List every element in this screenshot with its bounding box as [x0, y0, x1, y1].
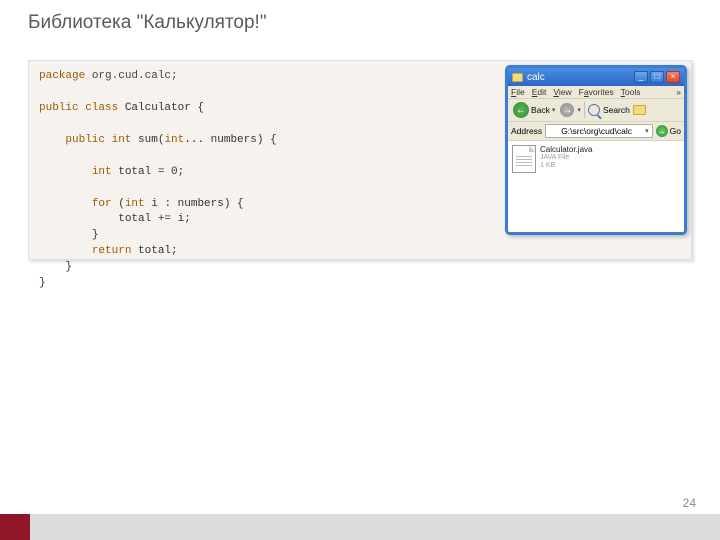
go-label: Go: [670, 126, 681, 136]
file-size: 1 KB: [540, 162, 592, 170]
brace-close: }: [39, 277, 46, 289]
brace-close: }: [92, 229, 99, 241]
folders-button[interactable]: [633, 105, 646, 115]
menu-favorites[interactable]: Favorites: [579, 87, 614, 97]
window-title: calc: [527, 72, 634, 83]
menu-tools[interactable]: Tools: [621, 87, 641, 97]
address-input[interactable]: G:\src\org\cud\calc ▾: [545, 124, 652, 138]
brace-close: }: [65, 261, 72, 273]
file-type: JAVA File: [540, 154, 592, 162]
for-open: (: [112, 198, 125, 210]
file-icon[interactable]: [512, 145, 536, 173]
window-titlebar[interactable]: calc _ □ ×: [508, 68, 684, 86]
method-sig-tail: ... numbers) {: [184, 134, 276, 146]
explorer-window: calc _ □ × File Edit View Favorites Tool…: [505, 65, 687, 235]
search-icon[interactable]: [588, 104, 600, 116]
menu-file[interactable]: File: [511, 87, 525, 97]
menu-more[interactable]: »: [676, 87, 681, 97]
keyword-int: int: [164, 134, 184, 146]
return-expr: total;: [131, 245, 177, 257]
menu-edit[interactable]: Edit: [532, 87, 547, 97]
file-list-area[interactable]: Calculator.java JAVA File 1 KB: [508, 141, 684, 232]
minimize-button[interactable]: _: [634, 71, 648, 83]
menu-bar: File Edit View Favorites Tools »: [508, 86, 684, 99]
keyword-public: public: [65, 134, 105, 146]
toolbar-separator: [584, 102, 585, 118]
keyword-for: for: [92, 198, 112, 210]
footer-bar: [0, 514, 720, 540]
file-item[interactable]: Calculator.java JAVA File 1 KB: [540, 145, 592, 170]
window-buttons: _ □ ×: [634, 71, 680, 83]
keyword-public: public: [39, 102, 79, 114]
go-arrow-icon: →: [656, 125, 668, 137]
dropdown-arrow-icon: ▾: [552, 106, 556, 114]
page-number: 24: [683, 496, 696, 510]
close-button[interactable]: ×: [666, 71, 680, 83]
footer-accent: [0, 514, 30, 540]
keyword-int: int: [105, 134, 131, 146]
file-name: Calculator.java: [540, 145, 592, 154]
folder-icon: [512, 73, 523, 82]
keyword-return: return: [92, 245, 132, 257]
back-button[interactable]: ← Back ▾: [511, 101, 557, 119]
address-path: G:\src\org\cud\calc: [561, 126, 632, 136]
back-label: Back: [531, 105, 550, 115]
var-decl: total = 0;: [112, 166, 185, 178]
address-bar: Address G:\src\org\cud\calc ▾ → Go: [508, 122, 684, 141]
back-arrow-icon: ←: [513, 102, 529, 118]
address-label: Address: [511, 126, 542, 136]
method-sig: sum(: [131, 134, 164, 146]
keyword-class: class: [79, 102, 119, 114]
search-label[interactable]: Search: [603, 105, 630, 115]
toolbar: ← Back ▾ → ▾ Search: [508, 99, 684, 122]
for-rest: i : numbers) {: [145, 198, 244, 210]
menu-view[interactable]: View: [553, 87, 571, 97]
class-name: Calculator {: [118, 102, 204, 114]
package-path: org.cud.calc;: [85, 70, 177, 82]
keyword-int: int: [92, 166, 112, 178]
dropdown-arrow-icon: ▾: [645, 127, 649, 135]
forward-button[interactable]: →: [560, 103, 574, 117]
keyword-int: int: [125, 198, 145, 210]
maximize-button[interactable]: □: [650, 71, 664, 83]
slide-title: Библиотека "Калькулятор!": [28, 12, 267, 34]
keyword-package: package: [39, 70, 85, 82]
loop-body: total += i;: [118, 213, 191, 225]
go-button[interactable]: → Go: [656, 125, 681, 137]
dropdown-arrow-icon: ▾: [577, 106, 581, 114]
folder-icon: [549, 128, 558, 135]
